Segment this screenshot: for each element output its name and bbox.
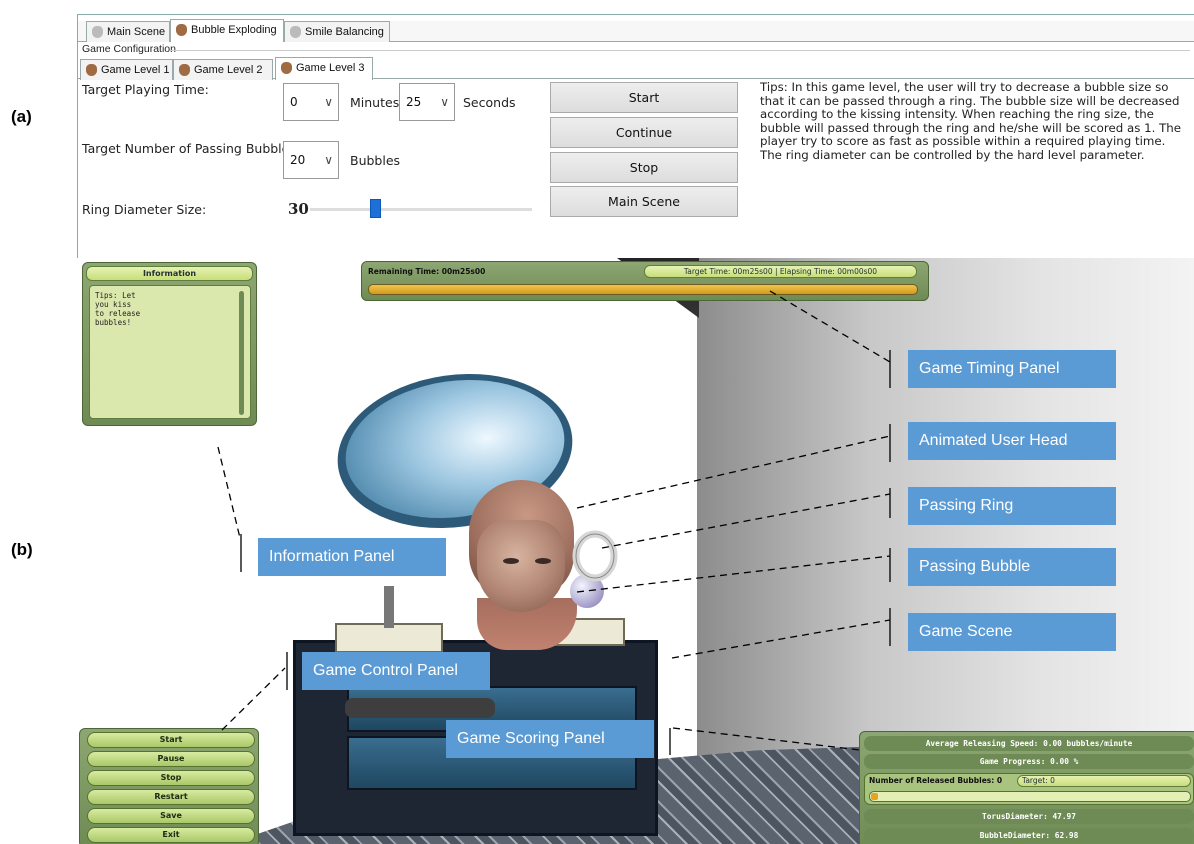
callout-game-scene: Game Scene [908, 613, 1116, 651]
callout-passing-ring: Passing Ring [908, 487, 1116, 525]
callout-information-panel: Information Panel [258, 538, 446, 576]
callout-game-timing-panel: Game Timing Panel [908, 350, 1116, 388]
callout-game-scoring-panel: Game Scoring Panel [446, 720, 654, 758]
callout-game-control-panel: Game Control Panel [302, 652, 490, 690]
callout-passing-bubble: Passing Bubble [908, 548, 1116, 586]
callout-animated-user-head: Animated User Head [908, 422, 1116, 460]
